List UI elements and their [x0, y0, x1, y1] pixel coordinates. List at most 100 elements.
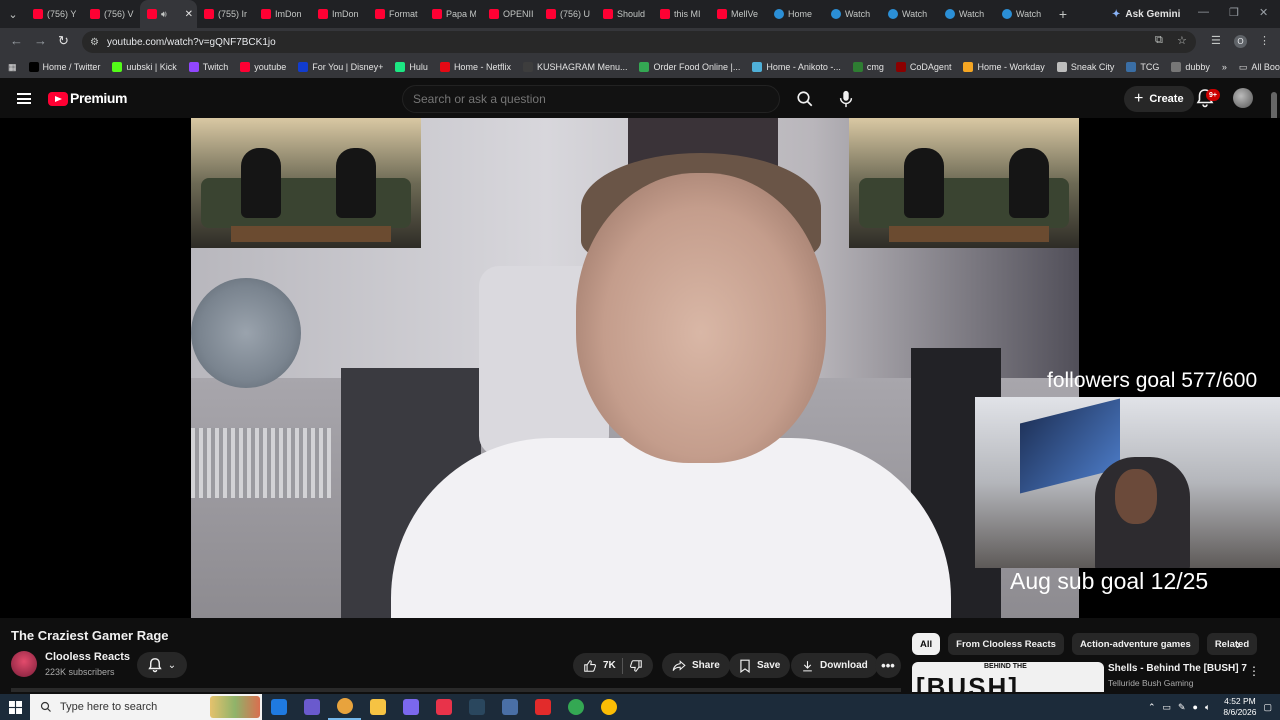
- taskbar-app[interactable]: [295, 694, 328, 720]
- bookmark-item[interactable]: Home - Anikoto -...: [746, 62, 847, 72]
- more-vertical-icon[interactable]: ⋮: [1248, 664, 1260, 678]
- show-hidden-icons-icon[interactable]: ⌃: [1148, 702, 1156, 713]
- filter-chip[interactable]: Action-adventure games: [1071, 633, 1199, 655]
- browser-tab[interactable]: Watch: [995, 0, 1052, 28]
- notification-center-icon[interactable]: ▢: [1263, 702, 1272, 713]
- start-button[interactable]: [0, 694, 30, 720]
- back-icon[interactable]: ←: [10, 33, 23, 48]
- bookmark-item[interactable]: Order Food Online |...: [633, 62, 746, 72]
- bookmark-item[interactable]: dubby: [1165, 62, 1216, 72]
- reload-icon[interactable]: ↻: [58, 33, 69, 49]
- new-tab-button[interactable]: +: [1052, 6, 1074, 22]
- taskbar-app[interactable]: [559, 694, 592, 720]
- bookmark-item[interactable]: Sneak City: [1051, 62, 1121, 72]
- browser-tab[interactable]: (756) Y: [26, 0, 83, 28]
- bookmark-item[interactable]: KUSHAGRAM Menu...: [517, 62, 634, 72]
- chrome-menu-icon[interactable]: ⋮: [1259, 34, 1270, 47]
- network-icon[interactable]: ▭: [1162, 702, 1171, 713]
- volume-icon[interactable]: 🔈︎: [1205, 702, 1210, 713]
- taskbar-app[interactable]: [592, 694, 625, 720]
- bookmark-item[interactable]: uubski | Kick: [106, 62, 182, 72]
- filter-chip[interactable]: All: [912, 633, 941, 655]
- apps-grid-icon[interactable]: ▦: [0, 62, 23, 73]
- more-actions-button[interactable]: •••: [875, 653, 901, 678]
- ask-gemini-button[interactable]: ✦ Ask Gemini: [1104, 4, 1188, 24]
- bookmark-item[interactable]: Home / Twitter: [23, 62, 107, 72]
- like-button[interactable]: 7K: [583, 659, 616, 673]
- voice-search-button[interactable]: [832, 85, 860, 113]
- bookmark-item[interactable]: Twitch: [183, 62, 235, 72]
- recommendation-title[interactable]: Shells - Behind The [BUSH] 7: [1108, 663, 1247, 674]
- account-avatar[interactable]: [1233, 88, 1253, 108]
- pen-icon[interactable]: ✎: [1178, 702, 1186, 713]
- install-app-icon[interactable]: ⧉: [1155, 34, 1163, 47]
- taskbar-search[interactable]: Type here to search: [30, 694, 262, 720]
- dislike-button[interactable]: [629, 659, 643, 673]
- filter-chip[interactable]: Related: [1206, 633, 1258, 655]
- browser-tab[interactable]: Home: [767, 0, 824, 28]
- clock[interactable]: 4:52 PM 8/6/2026: [1223, 696, 1256, 718]
- recommendation-channel[interactable]: Telluride Bush Gaming: [1108, 678, 1194, 688]
- taskbar-app[interactable]: [526, 694, 559, 720]
- bookmark-item[interactable]: cmg: [847, 62, 890, 72]
- bookmarks-overflow-icon[interactable]: »: [1216, 62, 1233, 72]
- all-bookmarks-button[interactable]: ▭ All Bookmarks: [1233, 62, 1280, 73]
- filter-chip[interactable]: From Clooless Reacts: [948, 633, 1064, 655]
- profile-avatar[interactable]: O: [1234, 35, 1247, 48]
- taskbar-app[interactable]: [460, 694, 493, 720]
- bookmark-item[interactable]: youtube: [234, 62, 292, 72]
- forward-icon[interactable]: →: [34, 33, 47, 48]
- bookmark-item[interactable]: Home - Workday: [957, 62, 1050, 72]
- bookmark-item[interactable]: Home - Netflix: [434, 62, 517, 72]
- bookmark-item[interactable]: For You | Disney+: [292, 62, 389, 72]
- menu-icon[interactable]: [17, 93, 31, 104]
- taskbar-app[interactable]: [262, 694, 295, 720]
- browser-tab[interactable]: Should: [596, 0, 653, 28]
- restore-icon[interactable]: ❐: [1229, 6, 1239, 19]
- browser-tab[interactable]: Format: [368, 0, 425, 28]
- address-bar[interactable]: ⚙ youtube.com/watch?v=gQNF7BCK1jo: [82, 31, 1196, 53]
- create-button[interactable]: + Create: [1124, 86, 1194, 112]
- close-window-icon[interactable]: ✕: [1259, 6, 1268, 19]
- search-box[interactable]: [402, 85, 780, 113]
- channel-avatar[interactable]: [11, 651, 37, 677]
- browser-tab[interactable]: Watch: [938, 0, 995, 28]
- browser-tab[interactable]: Watch: [824, 0, 881, 28]
- browser-tab[interactable]: (755) Ir: [197, 0, 254, 28]
- browser-tab[interactable]: this MI: [653, 0, 710, 28]
- taskbar-app[interactable]: [493, 694, 526, 720]
- video-player[interactable]: followers goal 577/600 Aug sub goal 12/2…: [0, 118, 1280, 618]
- site-info-icon[interactable]: ⚙: [90, 37, 99, 48]
- download-button[interactable]: Download: [791, 653, 878, 678]
- taskbar-app[interactable]: [427, 694, 460, 720]
- recommendation-thumbnail[interactable]: BEHIND THE [BUSH]: [912, 662, 1104, 692]
- reading-list-icon[interactable]: ☰: [1211, 34, 1221, 47]
- subscribed-notifications-button[interactable]: ⌄: [137, 652, 187, 678]
- bookmark-star-icon[interactable]: ☆: [1177, 34, 1187, 47]
- minimize-icon[interactable]: —: [1198, 6, 1209, 18]
- bookmark-item[interactable]: Hulu: [389, 62, 434, 72]
- browser-tab[interactable]: ImDon: [254, 0, 311, 28]
- taskbar-app[interactable]: [361, 694, 394, 720]
- browser-tab[interactable]: (756) U: [539, 0, 596, 28]
- youtube-logo-icon[interactable]: [48, 92, 68, 106]
- bookmark-item[interactable]: CoDAgent: [890, 62, 958, 72]
- youtube-premium-logo[interactable]: Premium: [70, 90, 128, 106]
- search-input[interactable]: [413, 92, 779, 106]
- channel-name[interactable]: Clooless Reacts: [45, 651, 130, 663]
- browser-tab[interactable]: ImDon: [311, 0, 368, 28]
- chevron-right-icon[interactable]: ›: [1236, 636, 1241, 652]
- browser-tab[interactable]: MellVe: [710, 0, 767, 28]
- browser-tab[interactable]: Papa M: [425, 0, 482, 28]
- browser-tab[interactable]: Watch: [881, 0, 938, 28]
- browser-tab[interactable]: OPENII: [482, 0, 539, 28]
- audio-playing-icon[interactable]: 🔊︎: [161, 9, 167, 20]
- microphone-icon[interactable]: ●: [1193, 702, 1198, 712]
- close-tab-icon[interactable]: ✕: [185, 9, 193, 20]
- taskbar-app[interactable]: [394, 694, 427, 720]
- taskbar-app[interactable]: [328, 694, 361, 720]
- save-button[interactable]: Save: [729, 653, 791, 678]
- tab-search-icon[interactable]: ⌄: [0, 0, 26, 28]
- share-button[interactable]: Share: [662, 653, 730, 678]
- search-button[interactable]: [788, 85, 822, 113]
